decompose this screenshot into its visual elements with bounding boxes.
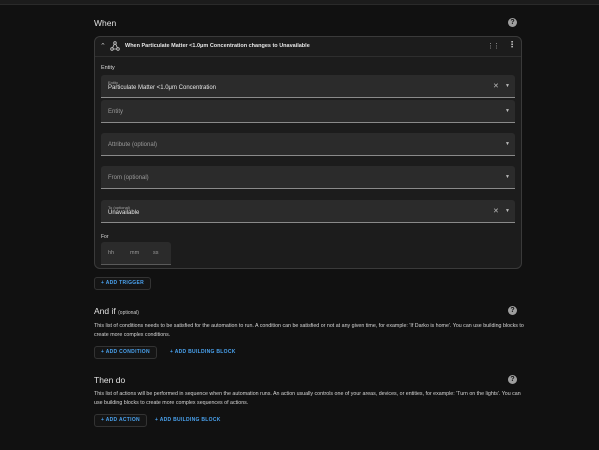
seconds-field[interactable]: ss bbox=[153, 250, 159, 256]
second-entity-placeholder: Entity bbox=[108, 108, 124, 115]
attribute-field[interactable]: Attribute (optional) ▼ bbox=[101, 133, 515, 156]
help-circle-icon[interactable]: ? bbox=[508, 18, 517, 27]
attribute-placeholder: Attribute (optional) bbox=[108, 141, 158, 148]
drag-handle-icon[interactable]: ⋮⋮ bbox=[487, 42, 500, 50]
menu-down-icon[interactable]: ▼ bbox=[505, 141, 510, 147]
and-if-subtitle: (optional) bbox=[118, 310, 139, 316]
entity-section-label: Entity bbox=[101, 65, 115, 71]
and-if-title: And if (optional) bbox=[94, 306, 139, 316]
add-trigger-button[interactable]: + ADD TRIGGER bbox=[94, 277, 152, 290]
add-condition-button[interactable]: + ADD CONDITION bbox=[94, 346, 157, 359]
add-action-button[interactable]: + ADD ACTION bbox=[94, 414, 147, 427]
chevron-up-icon[interactable]: ⌃ bbox=[100, 42, 106, 50]
to-field[interactable]: To (optional) Unavailable ✕ ▼ bbox=[101, 200, 515, 223]
when-title: When bbox=[94, 18, 117, 28]
trigger-title: When Particulate Matter <1.0μm Concentra… bbox=[125, 43, 310, 49]
menu-down-icon[interactable]: ▼ bbox=[505, 108, 510, 114]
from-placeholder: From (optional) bbox=[108, 174, 149, 181]
entity-field-value: Particulate Matter <1.0μm Concentration bbox=[108, 85, 217, 91]
top-bar bbox=[0, 0, 599, 5]
menu-down-icon[interactable]: ▼ bbox=[505, 174, 510, 180]
then-do-title: Then do bbox=[94, 375, 126, 385]
to-field-value: Unavailable bbox=[108, 210, 140, 216]
help-circle-icon[interactable]: ? bbox=[508, 306, 517, 315]
for-label: For bbox=[101, 234, 109, 240]
add-building-block-button[interactable]: + ADD BUILDING BLOCK bbox=[163, 346, 243, 359]
trigger-card-header[interactable]: ⌃ When Particulate Matter <1.0μm Concent… bbox=[95, 37, 521, 57]
and-if-description: This list of conditions needs to be sati… bbox=[94, 323, 524, 338]
state-node-icon bbox=[110, 41, 120, 51]
then-do-description: This list of actions will be performed i… bbox=[94, 391, 521, 406]
entity-field[interactable]: Entity Particulate Matter <1.0μm Concent… bbox=[101, 75, 515, 98]
help-circle-icon[interactable]: ? bbox=[508, 375, 517, 384]
close-icon[interactable]: ✕ bbox=[493, 82, 499, 90]
trigger-card: ⌃ When Particulate Matter <1.0μm Concent… bbox=[94, 36, 522, 269]
menu-down-icon[interactable]: ▼ bbox=[505, 208, 510, 214]
add-building-block-button[interactable]: + ADD BUILDING BLOCK bbox=[148, 414, 228, 427]
duration-input[interactable]: hh mm ss bbox=[101, 242, 171, 265]
second-entity-field[interactable]: Entity ▼ bbox=[101, 100, 515, 123]
from-field[interactable]: From (optional) ▼ bbox=[101, 166, 515, 189]
close-icon[interactable]: ✕ bbox=[493, 207, 499, 215]
menu-down-icon[interactable]: ▼ bbox=[505, 83, 510, 89]
dots-vertical-icon[interactable]: ⋮ bbox=[508, 40, 516, 49]
minutes-field[interactable]: mm bbox=[130, 250, 139, 256]
hours-field[interactable]: hh bbox=[108, 250, 114, 256]
